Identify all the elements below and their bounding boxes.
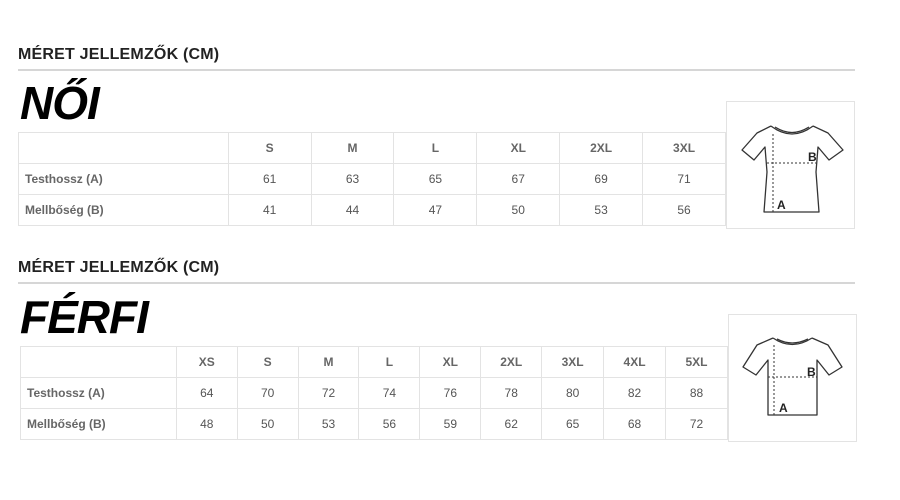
size-header: S [227,132,312,164]
header-empty-cell [18,132,229,164]
measure-label-a: A [779,401,788,415]
table-cell: 76 [419,377,482,409]
table-row: Mellbőség (B) 48 50 53 56 59 62 65 68 72 [20,408,729,440]
size-header: 5XL [664,346,729,378]
table-row: Testhossz (A) 64 70 72 74 76 78 80 82 88 [20,377,729,409]
size-header: 4XL [603,346,666,378]
size-header: M [297,346,360,378]
size-header: L [358,346,421,378]
table-cell: 63 [310,163,395,195]
size-header: 2XL [480,346,543,378]
mens-tshirt-icon: B A [742,337,843,416]
measure-label-b: B [807,365,816,379]
table-cell: 62 [480,408,543,440]
measure-label-b: B [808,150,817,164]
size-header: L [393,132,478,164]
row-label: Testhossz (A) [18,163,229,195]
table-cell: 47 [393,194,478,226]
row-label: Testhossz (A) [20,377,177,409]
table-cell: 65 [541,408,605,440]
table-cell: 56 [642,194,726,226]
header-empty-cell [20,346,177,378]
table-row: Mellbőség (B) 41 44 47 50 53 56 [18,194,726,226]
table-cell: 74 [358,377,421,409]
size-header: S [236,346,299,378]
table-cell: 48 [175,408,238,440]
row-label: Mellbőség (B) [18,194,229,226]
size-header: 2XL [559,132,644,164]
table-cell: 50 [476,194,561,226]
men-size-table: XS S M L XL 2XL 3XL 4XL 5XL Testhossz (A… [20,346,729,440]
table-cell: 80 [541,377,605,409]
table-cell: 65 [393,163,478,195]
table-cell: 88 [664,377,729,409]
table-cell: 56 [358,408,421,440]
table-cell: 72 [664,408,729,440]
table-cell: 68 [603,408,666,440]
table-cell: 44 [310,194,395,226]
size-header: 3XL [541,346,605,378]
table-cell: 71 [642,163,726,195]
womens-tshirt-diagram: B A [726,101,855,229]
table-cell: 72 [297,377,360,409]
size-header: XS [175,346,238,378]
measure-label-a: A [777,198,786,212]
table-row: Testhossz (A) 61 63 65 67 69 71 [18,163,726,195]
size-header: XL [419,346,482,378]
women-size-table: S M L XL 2XL 3XL Testhossz (A) 61 63 65 … [18,132,726,226]
men-section-header: MÉRET JELLEMZŐK (CM) [18,259,855,284]
table-cell: 69 [559,163,644,195]
table-cell: 53 [297,408,360,440]
size-header: XL [476,132,561,164]
table-cell: 64 [175,377,238,409]
table-cell: 50 [236,408,299,440]
table-header-row: S M L XL 2XL 3XL [18,132,726,164]
table-cell: 67 [476,163,561,195]
table-cell: 53 [559,194,644,226]
table-cell: 59 [419,408,482,440]
table-header-row: XS S M L XL 2XL 3XL 4XL 5XL [20,346,729,378]
size-header: 3XL [642,132,726,164]
women-title: NŐI [20,77,100,129]
table-cell: 61 [227,163,312,195]
table-cell: 82 [603,377,666,409]
women-section-header: MÉRET JELLEMZŐK (CM) [18,46,855,71]
table-cell: 70 [236,377,299,409]
table-cell: 41 [227,194,312,226]
womens-tshirt-icon: B A [741,125,844,213]
row-label: Mellbőség (B) [20,408,177,440]
size-header: M [310,132,395,164]
men-title: FÉRFI [20,291,149,343]
mens-tshirt-diagram: B A [728,314,857,442]
table-cell: 78 [480,377,543,409]
